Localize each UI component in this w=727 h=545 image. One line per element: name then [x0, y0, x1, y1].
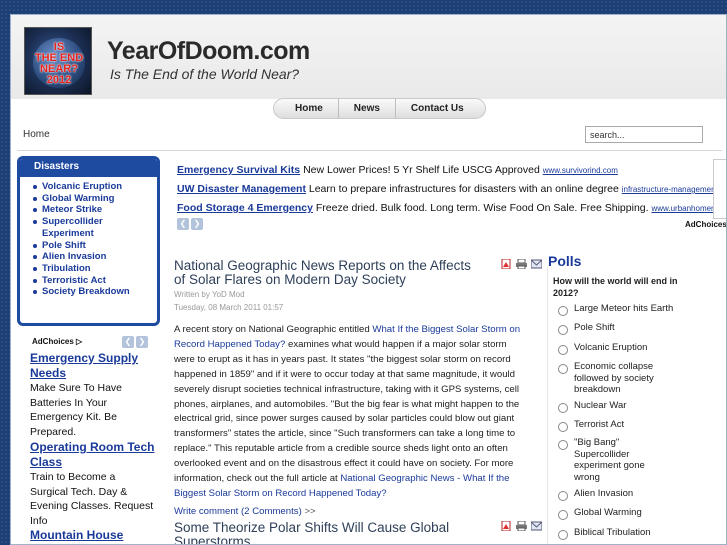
radio-button[interactable] [558, 325, 568, 335]
write-comment-link[interactable]: Write comment (2 Comments) >> [174, 506, 544, 517]
disasters-title: Disasters [20, 159, 157, 177]
radio-button[interactable] [558, 422, 568, 432]
polls-title: Polls [548, 253, 582, 269]
disasters-menu: Disasters Volcanic Eruption Global Warmi… [17, 156, 160, 326]
disaster-item-pole-shift[interactable]: Pole Shift [33, 240, 157, 252]
pdf-icon[interactable] [501, 521, 512, 531]
ad-text: Freeze dried. Bulk food. Long term. Wise… [315, 202, 649, 214]
pdf-icon[interactable] [501, 259, 512, 269]
left-ad-block: AdChoices ▷ ❮ ❯ Emergency Supply Needs M… [17, 333, 160, 544]
search-input[interactable] [585, 126, 703, 143]
radio-button[interactable] [558, 491, 568, 501]
disaster-item-tribulation[interactable]: Tribulation [33, 263, 157, 275]
ad-link[interactable]: Emergency Survival Kits [177, 164, 300, 176]
prev-ad-icon[interactable]: ❮ [122, 336, 134, 348]
disaster-item-terroristic-act[interactable]: Terroristic Act [33, 275, 157, 287]
article: National Geographic News Reports on the … [174, 259, 544, 517]
ad-nav-arrows: ❮ ❯ [122, 336, 148, 348]
radio-button[interactable] [558, 364, 568, 374]
ad-url[interactable]: www.survivorind.com [543, 166, 618, 175]
site-slogan: Is The End of the World Near? [110, 66, 300, 82]
article-tools [501, 259, 542, 269]
ad-url[interactable]: infrastructure-management.uw.edu [622, 185, 726, 194]
prev-ad-icon[interactable]: ❮ [177, 218, 189, 230]
top-ad-nav-arrows: ❮ ❯ [177, 218, 203, 230]
ad-text: Train to Become a Surgical Tech. Day & E… [30, 471, 154, 527]
radio-button[interactable] [558, 530, 568, 540]
column-divider [547, 267, 548, 544]
nav-home[interactable]: Home [280, 99, 339, 118]
print-icon[interactable] [516, 521, 527, 531]
top-ad: Emergency Survival Kits New Lower Prices… [177, 161, 726, 180]
poll-question: How will the world will end in 2012? [553, 276, 678, 298]
radio-button[interactable] [558, 345, 568, 355]
radio-button[interactable] [558, 440, 568, 450]
disaster-item-volcanic-eruption[interactable]: Volcanic Eruption [33, 181, 157, 193]
top-ad-block: Emergency Survival Kits New Lower Prices… [177, 161, 726, 218]
poll-option[interactable]: Alien Invasion [558, 488, 683, 501]
article-body: A recent story on National Geographic en… [174, 324, 521, 499]
poll-option[interactable]: Nuclear War [558, 400, 683, 413]
next-ad-icon[interactable]: ❯ [136, 336, 148, 348]
adchoices-icon: ▷ [76, 337, 83, 346]
ad-link[interactable]: Food Storage 4 Emergency [177, 202, 313, 214]
ad-link[interactable]: Mountain House [30, 528, 155, 543]
poll-option[interactable]: Pole Shift [558, 322, 683, 335]
poll-option[interactable]: Biblical Tribulation [558, 527, 683, 540]
breadcrumb[interactable]: Home [23, 129, 50, 140]
poll-option[interactable]: Volcanic Eruption [558, 342, 683, 355]
ad-text: Learn to prepare infrastructures for dis… [308, 183, 619, 195]
article-tools [501, 521, 542, 531]
article-title[interactable]: Some Theorize Polar Shifts Will Cause Gl… [174, 521, 484, 544]
next-ad-icon[interactable]: ❯ [191, 218, 203, 230]
radio-button[interactable] [558, 403, 568, 413]
article-author: Written by YoD Mod [174, 290, 245, 299]
nav-contact-us[interactable]: Contact Us [396, 99, 479, 118]
header: IS THE END NEAR? 2012 YearOfDoom.com Is … [11, 15, 726, 99]
site-title[interactable]: YearOfDoom.com [107, 37, 310, 66]
ad-text: Make Sure To Have Batteries In Your Emer… [30, 382, 123, 438]
print-icon[interactable] [516, 259, 527, 269]
main-nav: Home News Contact Us [273, 98, 486, 119]
disaster-item-meteor-strike[interactable]: Meteor Strike [33, 204, 157, 216]
email-icon[interactable] [531, 521, 542, 531]
poll-option[interactable]: Large Meteor hits Earth [558, 303, 683, 316]
top-ad: UW Disaster Management Learn to prepare … [177, 180, 726, 199]
ad-link[interactable]: Operating Room Tech Class [30, 440, 155, 470]
side-panel-edge [713, 159, 726, 219]
poll-option[interactable]: Economic collapse followed by society br… [558, 361, 683, 396]
adchoices-label[interactable]: AdChoices ▷ [32, 337, 82, 346]
left-ad: Mountain House [30, 528, 155, 543]
article-date: Tuesday, 08 March 2011 01:57 [174, 303, 284, 312]
article-title[interactable]: National Geographic News Reports on the … [174, 259, 484, 286]
poll-option[interactable]: Global Warming [558, 507, 683, 520]
top-ad: Food Storage 4 Emergency Freeze dried. B… [177, 199, 726, 218]
disaster-item-society-breakdown[interactable]: Society Breakdown [33, 286, 157, 298]
radio-button[interactable] [558, 306, 568, 316]
article: Some Theorize Polar Shifts Will Cause Gl… [174, 521, 544, 544]
divider [17, 150, 722, 151]
nav-news[interactable]: News [339, 99, 396, 118]
disaster-item-alien-invasion[interactable]: Alien Invasion [33, 251, 157, 263]
ad-link[interactable]: Emergency Supply Needs [30, 351, 155, 381]
page: IS THE END NEAR? 2012 YearOfDoom.com Is … [10, 14, 727, 545]
adchoices-label[interactable]: AdChoices [685, 220, 726, 229]
left-ad: Operating Room Tech Class Train to Becom… [30, 440, 155, 528]
ad-link[interactable]: UW Disaster Management [177, 183, 306, 195]
poll-option[interactable]: Terrorist Act [558, 419, 683, 432]
ad-text: New Lower Prices! 5 Yr Shelf Life USCG A… [303, 164, 540, 176]
logo-text: IS THE END NEAR? 2012 [34, 41, 84, 86]
email-icon[interactable] [531, 259, 542, 269]
site-logo[interactable]: IS THE END NEAR? 2012 [24, 27, 92, 95]
poll-option[interactable]: "Big Bang" Supercollider experiment gone… [558, 437, 683, 483]
polls-panel: Polls How will the world will end in 201… [548, 253, 688, 540]
disasters-list: Volcanic Eruption Global Warming Meteor … [20, 181, 157, 298]
radio-button[interactable] [558, 510, 568, 520]
left-ad: Emergency Supply Needs Make Sure To Have… [30, 351, 155, 439]
disaster-item-supercollider[interactable]: Supercollider Experiment [33, 216, 157, 239]
disaster-item-global-warming[interactable]: Global Warming [33, 193, 157, 205]
